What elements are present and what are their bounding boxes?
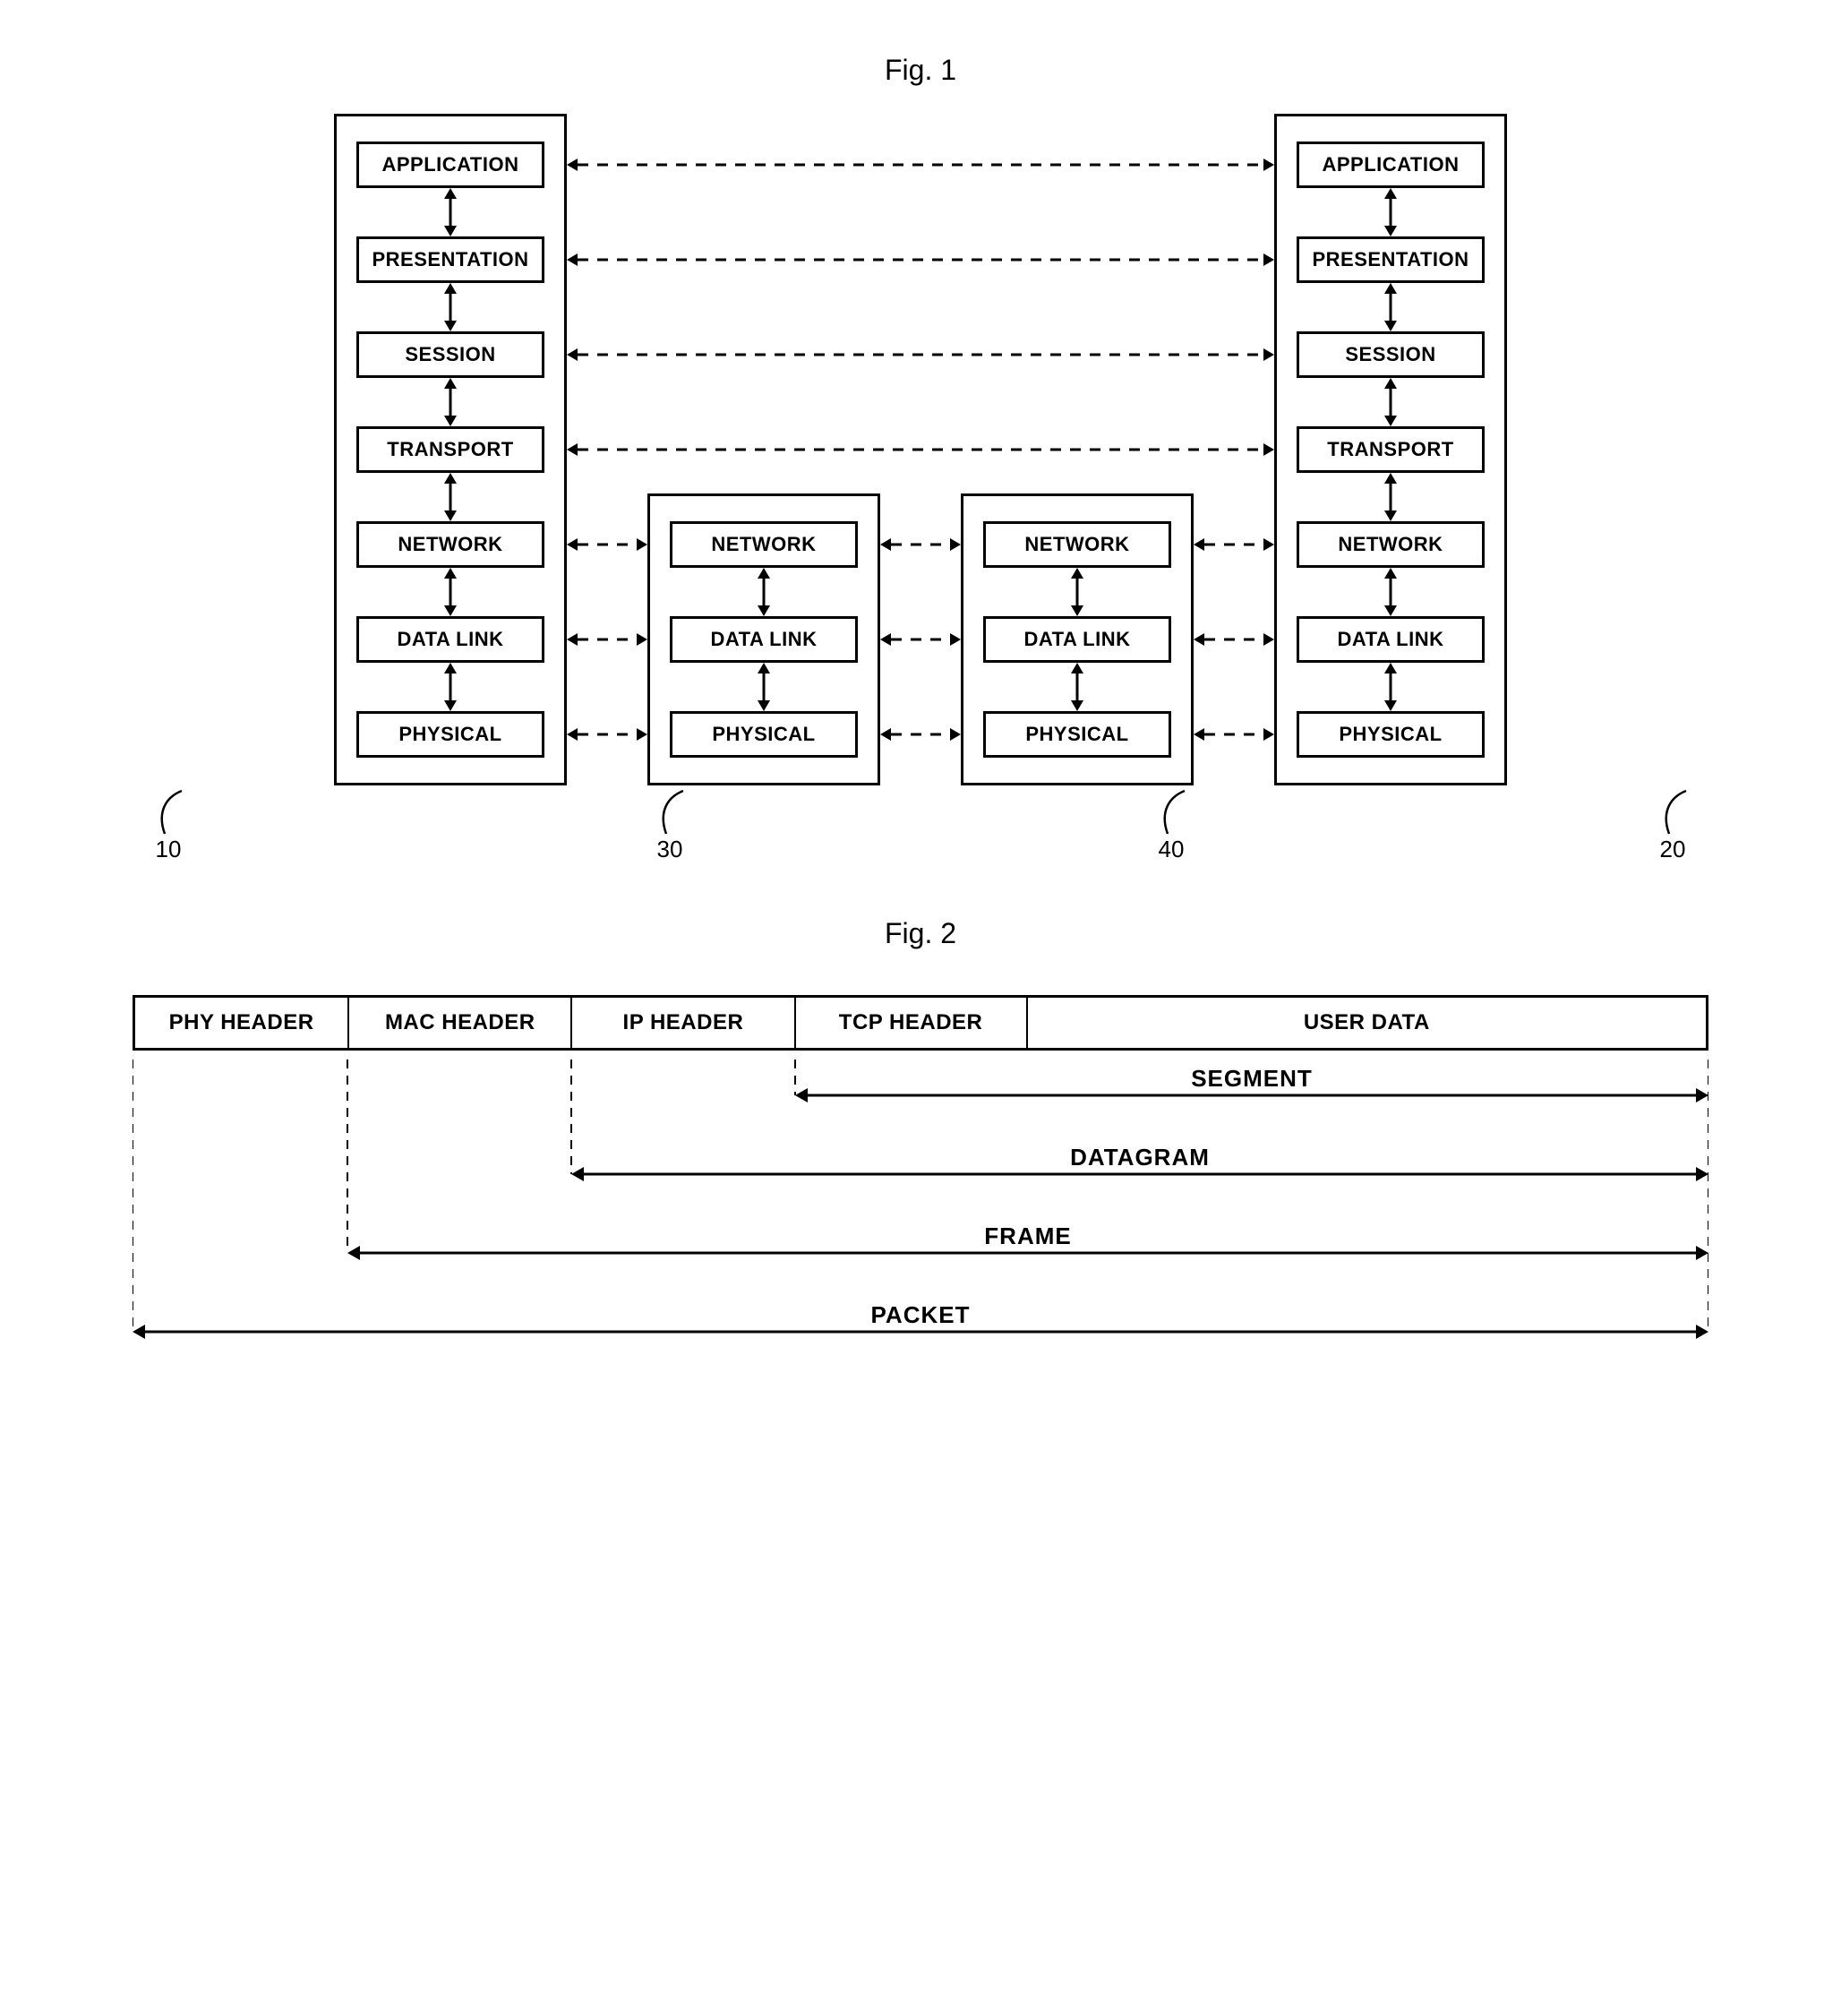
packet-field-cell: USER DATA <box>1028 998 1706 1048</box>
layer-box: DATA LINK <box>670 616 858 663</box>
vertical-double-arrow-icon <box>440 568 461 616</box>
vertical-double-arrow-icon <box>753 663 775 711</box>
packet-field-cell: PHY HEADER <box>135 998 349 1048</box>
vertical-double-arrow-icon <box>1066 663 1088 711</box>
packet-fields-row: PHY HEADERMAC HEADERIP HEADERTCP HEADERU… <box>133 995 1708 1051</box>
vertical-double-arrow-icon <box>753 568 775 616</box>
vertical-double-arrow-icon <box>1380 378 1401 426</box>
vertical-double-arrow-icon <box>440 283 461 331</box>
extent-label: PACKET <box>871 1301 971 1329</box>
layer-box: NETWORK <box>670 521 858 568</box>
layer-box: PHYSICAL <box>356 711 544 758</box>
ref-number-right: 20 <box>1558 789 1787 863</box>
fig1-title: Fig. 1 <box>36 54 1805 87</box>
layer-box: NETWORK <box>983 521 1171 568</box>
packet-field-cell: MAC HEADER <box>349 998 572 1048</box>
layer-box: PRESENTATION <box>356 236 544 283</box>
layer-box: SESSION <box>1297 331 1485 378</box>
layer-box: DATA LINK <box>356 616 544 663</box>
fig2-title: Fig. 2 <box>36 917 1805 950</box>
layer-box: TRANSPORT <box>356 426 544 473</box>
layer-box: SESSION <box>356 331 544 378</box>
ref-number-label: 20 <box>1660 836 1686 863</box>
ref-number-label: 30 <box>657 836 683 863</box>
layer-box: NETWORK <box>1297 521 1485 568</box>
ref-number-mid2: 40 <box>1057 789 1286 863</box>
vertical-double-arrow-icon <box>440 473 461 521</box>
layer-box: TRANSPORT <box>1297 426 1485 473</box>
ref-number-mid1: 30 <box>555 789 784 863</box>
ref-number-label: 40 <box>1159 836 1185 863</box>
vertical-double-arrow-icon <box>1380 283 1401 331</box>
packet-field-cell: IP HEADER <box>572 998 795 1048</box>
vertical-double-arrow-icon <box>440 663 461 711</box>
osi-stack-left: APPLICATION PRESENTATION SESSION TRANSPO… <box>334 114 567 785</box>
extent-label: FRAME <box>984 1222 1071 1250</box>
osi-stack-mid1: NETWORK DATA LINK PHYSICAL <box>647 493 880 785</box>
vertical-double-arrow-icon <box>1066 568 1088 616</box>
layer-box: APPLICATION <box>1297 142 1485 188</box>
layer-box: PHYSICAL <box>983 711 1171 758</box>
layer-box: APPLICATION <box>356 142 544 188</box>
vertical-double-arrow-icon <box>440 188 461 236</box>
layer-box: PRESENTATION <box>1297 236 1485 283</box>
fig1: APPLICATION PRESENTATION SESSION TRANSPO… <box>36 114 1805 863</box>
layer-box: PHYSICAL <box>670 711 858 758</box>
osi-stack-right: APPLICATION PRESENTATION SESSION TRANSPO… <box>1274 114 1507 785</box>
layer-box: DATA LINK <box>983 616 1171 663</box>
layer-box: DATA LINK <box>1297 616 1485 663</box>
layer-box: NETWORK <box>356 521 544 568</box>
extent-label: DATAGRAM <box>1070 1144 1210 1171</box>
vertical-double-arrow-icon <box>1380 568 1401 616</box>
packet-extents: SEGMENT DATAGRAM FRAME PACKET <box>133 1059 1708 1384</box>
ref-number-label: 10 <box>156 836 182 863</box>
vertical-double-arrow-icon <box>440 378 461 426</box>
layer-box: PHYSICAL <box>1297 711 1485 758</box>
osi-stack-mid2: NETWORK DATA LINK PHYSICAL <box>961 493 1194 785</box>
vertical-double-arrow-icon <box>1380 473 1401 521</box>
vertical-double-arrow-icon <box>1380 188 1401 236</box>
ref-number-left: 10 <box>54 789 283 863</box>
extent-label: SEGMENT <box>1191 1065 1313 1093</box>
vertical-double-arrow-icon <box>1380 663 1401 711</box>
fig2: PHY HEADERMAC HEADERIP HEADERTCP HEADERU… <box>36 995 1805 1384</box>
packet-field-cell: TCP HEADER <box>796 998 1028 1048</box>
